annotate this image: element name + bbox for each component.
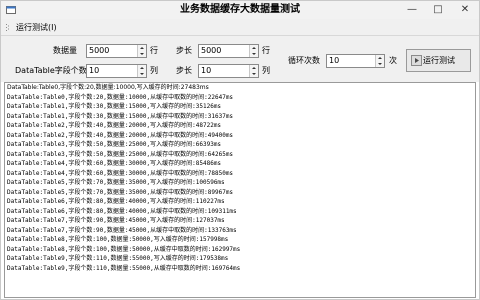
- minimize-button[interactable]: —: [399, 1, 425, 19]
- log-line: DataTable:Table4,字段个数:60,数据量:30000,写入缓存的…: [7, 160, 222, 167]
- loop-count-spinner[interactable]: [375, 55, 384, 67]
- log-line: DataTable:Table8,字段个数:100,数据量:50000,从缓存中…: [7, 245, 241, 253]
- spin-down-icon[interactable]: [138, 51, 146, 57]
- log-line: DataTable:Table2,字段个数:40,数据量:20000,从缓存中取…: [7, 131, 234, 139]
- run-icon: [411, 55, 422, 66]
- step-rows-input[interactable]: 5000: [198, 44, 259, 58]
- loop-count-value: 10: [329, 56, 340, 65]
- column-count-value: 10: [89, 66, 100, 75]
- menu-bar: 运行测试(I): [1, 19, 479, 36]
- spin-down-icon[interactable]: [250, 71, 258, 77]
- step-cols-input[interactable]: 10: [198, 64, 259, 78]
- column-count-input[interactable]: 10: [86, 64, 147, 78]
- menu-run-test[interactable]: 运行测试(I): [14, 21, 59, 34]
- step-cols-value: 10: [201, 66, 212, 75]
- column-count-unit: 列: [150, 66, 158, 75]
- data-count-unit: 行: [150, 46, 158, 55]
- log-output[interactable]: DataTable:Table0,字段个数:20,数据量:10000,写入缓存的…: [4, 82, 476, 298]
- log-line: DataTable:Table0,字段个数:20,数据量:10000,写入缓存的…: [7, 84, 209, 91]
- title-bar[interactable]: 业务数据缓存大数据量测试 — □ ✕: [1, 1, 479, 19]
- loop-count-label: 循环次数: [288, 56, 320, 65]
- log-line: DataTable:Table1,字段个数:30,数据量:15000,从缓存中取…: [7, 112, 234, 120]
- log-line: DataTable:Table4,字段个数:60,数据量:30000,从缓存中取…: [7, 169, 234, 177]
- close-button[interactable]: ✕: [451, 1, 479, 19]
- step-cols-spinner[interactable]: [249, 65, 258, 77]
- step-rows-unit: 行: [262, 46, 270, 55]
- run-test-label: 运行测试: [423, 56, 455, 65]
- log-line: DataTable:Table8,字段个数:100,数据量:50000,写入缓存…: [7, 236, 229, 243]
- step-cols-unit: 列: [262, 66, 270, 75]
- data-count-input[interactable]: 5000: [86, 44, 147, 58]
- log-line: DataTable:Table6,字段个数:80,数据量:40000,写入缓存的…: [7, 198, 225, 205]
- step-rows-value: 5000: [201, 46, 222, 55]
- log-line: DataTable:Table9,字段个数:110,数据量:55000,写入缓存…: [7, 255, 229, 262]
- grip-icon: [6, 24, 9, 31]
- loop-count-input[interactable]: 10: [326, 54, 385, 68]
- spin-down-icon[interactable]: [250, 51, 258, 57]
- log-line: DataTable:Table1,字段个数:30,数据量:15000,写入缓存的…: [7, 103, 222, 110]
- step-rows-spinner[interactable]: [249, 45, 258, 57]
- column-count-spinner[interactable]: [137, 65, 146, 77]
- log-line: DataTable:Table5,字段个数:70,数据量:35000,写入缓存的…: [7, 179, 225, 186]
- log-line: DataTable:Table2,字段个数:40,数据量:20000,写入缓存的…: [7, 122, 222, 129]
- step-rows-label: 步长: [176, 46, 192, 55]
- data-count-spinner[interactable]: [137, 45, 146, 57]
- log-line: DataTable:Table7,字段个数:90,数据量:45000,写入缓存的…: [7, 217, 225, 224]
- step-cols-label: 步长: [176, 66, 192, 75]
- log-line: DataTable:Table7,字段个数:90,数据量:45000,从缓存中取…: [7, 226, 237, 234]
- run-test-button[interactable]: 运行测试: [406, 49, 471, 72]
- log-line: DataTable:Table5,字段个数:70,数据量:35000,从缓存中取…: [7, 188, 234, 196]
- log-line: DataTable:Table3,字段个数:50,数据量:25000,写入缓存的…: [7, 141, 222, 148]
- loop-count-unit: 次: [389, 56, 397, 65]
- spin-down-icon[interactable]: [138, 71, 146, 77]
- app-window: 业务数据缓存大数据量测试 — □ ✕ 运行测试(I) 数据量 5000 行 步长…: [0, 0, 480, 300]
- log-line: DataTable:Table9,字段个数:110,数据量:55000,从缓存中…: [7, 264, 241, 272]
- maximize-button[interactable]: □: [425, 1, 451, 19]
- log-line: DataTable:Table0,字段个数:20,数据量:10000,从缓存中取…: [7, 93, 234, 101]
- column-count-label: DataTable字段个数: [15, 66, 87, 75]
- data-count-value: 5000: [89, 46, 110, 55]
- log-line: DataTable:Table6,字段个数:80,数据量:40000,从缓存中取…: [7, 207, 237, 215]
- spin-down-icon[interactable]: [376, 61, 384, 67]
- data-count-label: 数据量: [53, 46, 77, 55]
- log-line: DataTable:Table3,字段个数:50,数据量:25000,从缓存中取…: [7, 150, 234, 158]
